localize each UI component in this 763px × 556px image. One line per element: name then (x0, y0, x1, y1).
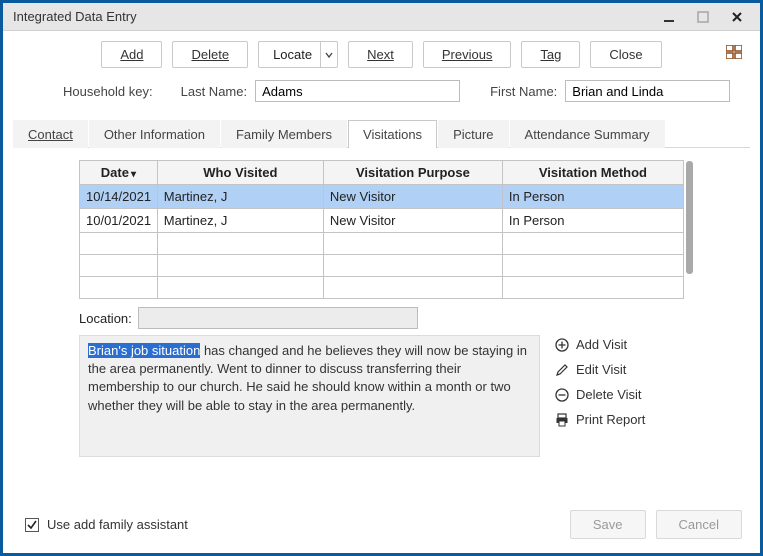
grid-scrollbar[interactable] (686, 161, 693, 274)
household-key-row: Household key: Last Name: First Name: (3, 76, 760, 118)
household-key-label: Household key: (63, 84, 153, 99)
edit-visit-action[interactable]: Edit Visit (554, 362, 684, 377)
tab-body-visitations: Date▾ Who Visited Visitation Purpose Vis… (3, 148, 760, 500)
close-window-button[interactable] (720, 3, 754, 30)
grid-view-icon[interactable] (726, 45, 742, 62)
close-button[interactable]: Close (590, 41, 661, 68)
col-header-date[interactable]: Date▾ (80, 161, 158, 185)
firstname-input[interactable] (565, 80, 730, 102)
next-button[interactable]: Next (348, 41, 413, 68)
pencil-icon (554, 362, 569, 377)
save-button[interactable]: Save (570, 510, 646, 539)
tab-family-members[interactable]: Family Members (221, 120, 347, 148)
col-header-purpose[interactable]: Visitation Purpose (323, 161, 502, 185)
sort-desc-icon: ▾ (131, 169, 136, 180)
add-button[interactable]: Add (101, 41, 162, 68)
delete-visit-action[interactable]: Delete Visit (554, 387, 684, 402)
titlebar: Integrated Data Entry (3, 3, 760, 31)
maximize-button[interactable] (686, 3, 720, 30)
tab-contact[interactable]: Contact (13, 120, 88, 148)
app-window: Integrated Data Entry Add Delete Locate … (0, 0, 763, 556)
col-header-who[interactable]: Who Visited (157, 161, 323, 185)
print-report-action[interactable]: Print Report (554, 412, 684, 427)
notes-highlight: Brian's job situation (88, 343, 200, 358)
previous-button[interactable]: Previous (423, 41, 512, 68)
chevron-down-icon[interactable] (321, 42, 337, 67)
tag-button[interactable]: Tag (521, 41, 580, 68)
locate-split-button[interactable]: Locate (258, 41, 338, 68)
window-title: Integrated Data Entry (13, 9, 652, 24)
checkbox-icon (25, 518, 39, 532)
minimize-button[interactable] (652, 3, 686, 30)
location-row: Location: (79, 307, 684, 329)
delete-button[interactable]: Delete (172, 41, 248, 68)
cancel-button[interactable]: Cancel (656, 510, 742, 539)
lastname-input[interactable] (255, 80, 460, 102)
grid-header-row: Date▾ Who Visited Visitation Purpose Vis… (80, 161, 684, 185)
tab-attendance-summary[interactable]: Attendance Summary (510, 120, 665, 148)
visit-notes[interactable]: Brian's job situation has changed and he… (79, 335, 540, 457)
main-toolbar: Add Delete Locate Next Previous Tag Clos… (3, 31, 760, 76)
table-row[interactable] (80, 277, 684, 299)
location-label: Location: (79, 311, 132, 326)
table-row[interactable]: 10/14/2021 Martinez, J New Visitor In Pe… (80, 185, 684, 209)
add-family-assistant-checkbox[interactable]: Use add family assistant (25, 517, 188, 532)
add-visit-action[interactable]: Add Visit (554, 337, 684, 352)
table-row[interactable] (80, 233, 684, 255)
table-row[interactable] (80, 255, 684, 277)
minus-circle-icon (554, 387, 569, 402)
lastname-label: Last Name: (181, 84, 247, 99)
plus-circle-icon (554, 337, 569, 352)
tabstrip: Contact Other Information Family Members… (13, 118, 750, 148)
col-header-method[interactable]: Visitation Method (502, 161, 683, 185)
printer-icon (554, 412, 569, 427)
footer: Use add family assistant Save Cancel (3, 500, 760, 553)
tab-other-information[interactable]: Other Information (89, 120, 220, 148)
tab-visitations[interactable]: Visitations (348, 120, 437, 148)
visit-actions: Add Visit Edit Visit Delete Visit (554, 335, 684, 457)
firstname-label: First Name: (490, 84, 557, 99)
visits-grid: Date▾ Who Visited Visitation Purpose Vis… (79, 160, 684, 299)
table-row[interactable]: 10/01/2021 Martinez, J New Visitor In Pe… (80, 209, 684, 233)
tab-picture[interactable]: Picture (438, 120, 508, 148)
notes-area: Brian's job situation has changed and he… (79, 335, 684, 457)
location-input[interactable] (138, 307, 418, 329)
